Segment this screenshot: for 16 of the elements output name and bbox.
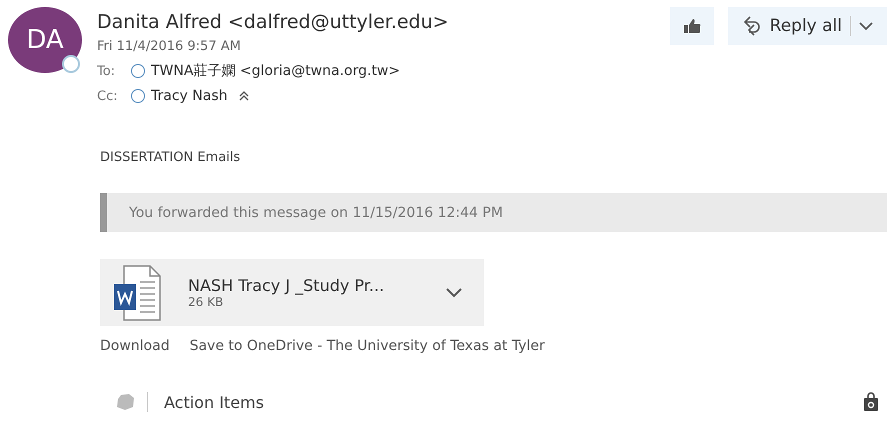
message-body: DISSERTATION Emails — [100, 150, 242, 165]
attachment-card[interactable]: NASH Tracy J _Study Pr... 26 KB — [100, 259, 484, 326]
recipient-name[interactable]: Tracy Nash — [151, 88, 228, 104]
recipient-name[interactable]: TWNA莊子嫻 <gloria@twna.org.tw> — [151, 62, 400, 80]
attachment-size: 26 KB — [188, 295, 224, 309]
action-items-label[interactable]: Action Items — [164, 392, 863, 412]
attachment-link[interactable]: Save to OneDrive - The University of Texas at Tyler — [190, 338, 545, 354]
sent-date: Fri 11/4/2016 9:57 AM — [97, 39, 242, 54]
sender-name: Danita Alfred <dalfred@uttyler.edu> — [97, 11, 450, 33]
attachment-name: NASH Tracy J _Study Pr... — [188, 276, 386, 295]
recipient-label: To: — [97, 64, 116, 78]
forwarded-notice: You forwarded this message on 11/15/2016 12:44 PM — [100, 193, 887, 232]
recipient-label: Cc: — [97, 88, 119, 104]
avatar: DA — [8, 7, 82, 73]
attachment-link[interactable]: Download — [100, 338, 170, 354]
reply-all-button[interactable]: Reply all — [728, 7, 887, 45]
